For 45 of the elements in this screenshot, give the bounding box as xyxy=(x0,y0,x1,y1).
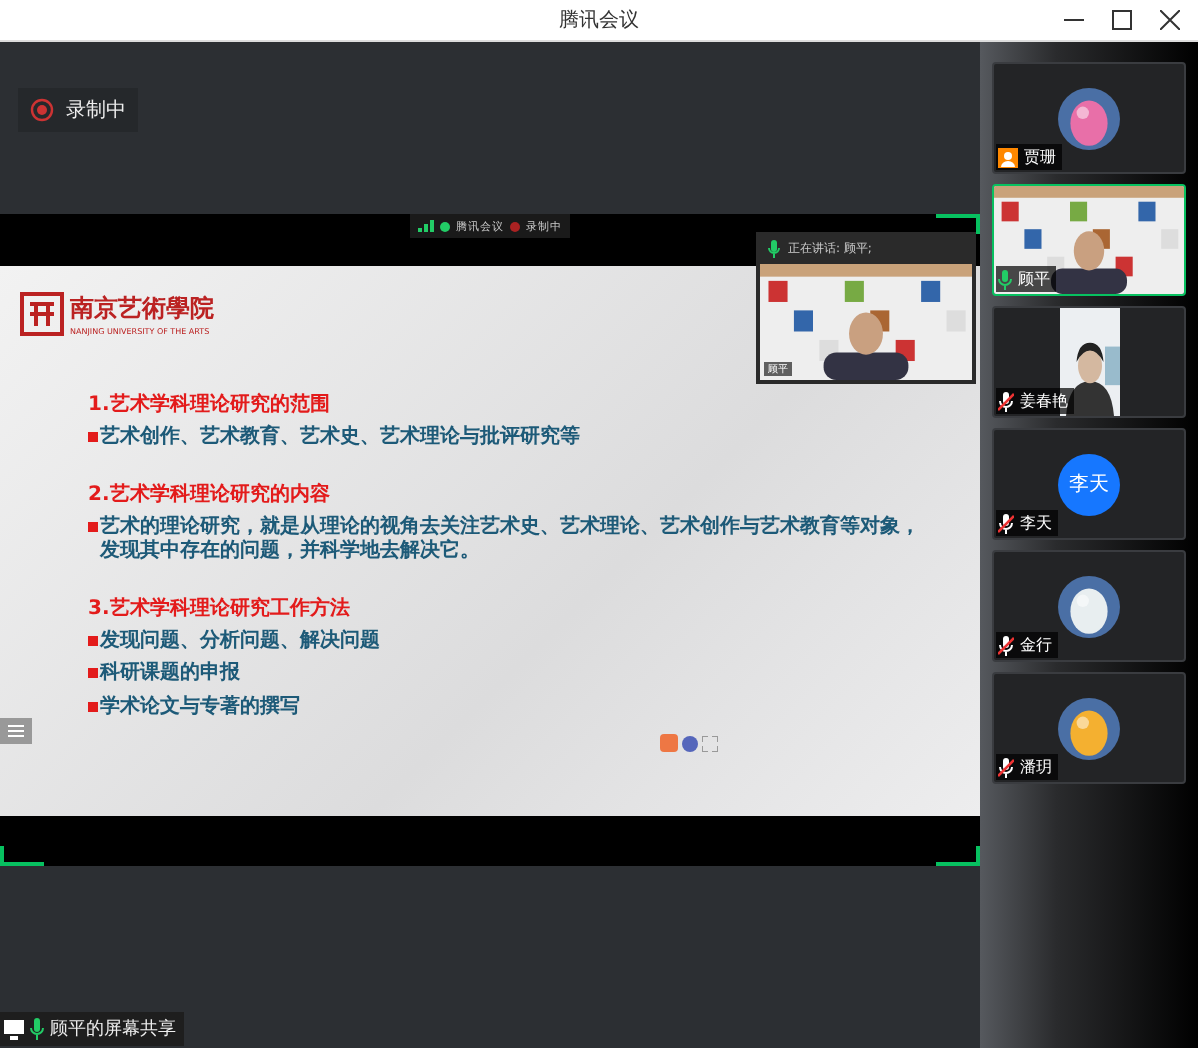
seal-icon xyxy=(20,292,64,336)
status-dot-icon xyxy=(440,221,450,231)
bullet-icon xyxy=(88,432,98,442)
slide-bullet-text: 艺术的理论研究，就是从理论的视角去关注艺术史、艺术理论、艺术创作与艺术教育等对象，发现其中存在的问题，并科学地去解决它。 xyxy=(100,515,922,565)
participant-tile[interactable]: 姜春艳 xyxy=(992,306,1186,418)
participant-tile[interactable]: 金行 xyxy=(992,550,1186,662)
participant-name: 金行 xyxy=(1020,634,1052,656)
participant-name: 姜春艳 xyxy=(1020,390,1068,412)
screen-share-icon xyxy=(4,1019,24,1039)
participant-tile[interactable]: 顾平 xyxy=(992,184,1186,296)
window-title: 腾讯会议 xyxy=(559,7,639,34)
menu-button[interactable] xyxy=(0,718,32,744)
sharer-name: 顾平的屏幕共享 xyxy=(50,1017,176,1042)
slide-heading: 3.艺术学科理论研究工作方法 xyxy=(88,594,352,621)
signal-icon xyxy=(418,220,434,232)
microphone-icon xyxy=(768,239,780,257)
record-icon xyxy=(510,221,520,231)
close-icon xyxy=(1160,10,1180,30)
participant-tile[interactable]: 李天 李天 xyxy=(992,428,1186,540)
menu-icon xyxy=(8,724,24,738)
participant-tile[interactable]: 潘玥 xyxy=(992,672,1186,784)
bullet-icon xyxy=(88,521,98,531)
fullscreen-icon[interactable] xyxy=(702,735,718,751)
maximize-icon xyxy=(1112,10,1132,30)
slide-bullet-text: 学术论文与专著的撰写 xyxy=(100,695,300,720)
avatar-initials: 李天 xyxy=(1058,453,1120,515)
bullet-icon xyxy=(88,635,98,645)
slide-heading: 1.艺术学科理论研究的范围 xyxy=(88,391,332,418)
slide-heading: 2.艺术学科理论研究的内容 xyxy=(88,480,332,507)
user-icon xyxy=(998,147,1018,167)
university-name: 南京艺術學院 xyxy=(70,292,214,326)
slide-bullet-text: 艺术创作、艺术教育、艺术史、艺术理论与批评研究等 xyxy=(100,426,580,451)
slide-bullet-text: 发现问题、分析问题、解决问题 xyxy=(100,629,380,654)
participant-name: 李天 xyxy=(1020,512,1052,534)
bullet-icon xyxy=(88,701,98,711)
participant-name: 潘玥 xyxy=(1020,756,1052,778)
bullet-icon xyxy=(88,668,98,678)
frame-corner-mark xyxy=(0,846,44,866)
participant-name: 顾平 xyxy=(1018,268,1050,290)
participant-name: 贾珊 xyxy=(1024,146,1056,168)
microphone-icon xyxy=(30,1018,44,1040)
record-icon xyxy=(30,98,54,122)
participant-tile[interactable]: 贾珊 xyxy=(992,62,1186,174)
recording-badge[interactable]: 录制中 xyxy=(18,88,138,132)
slide-bullet-text: 科研课题的申报 xyxy=(100,662,240,687)
